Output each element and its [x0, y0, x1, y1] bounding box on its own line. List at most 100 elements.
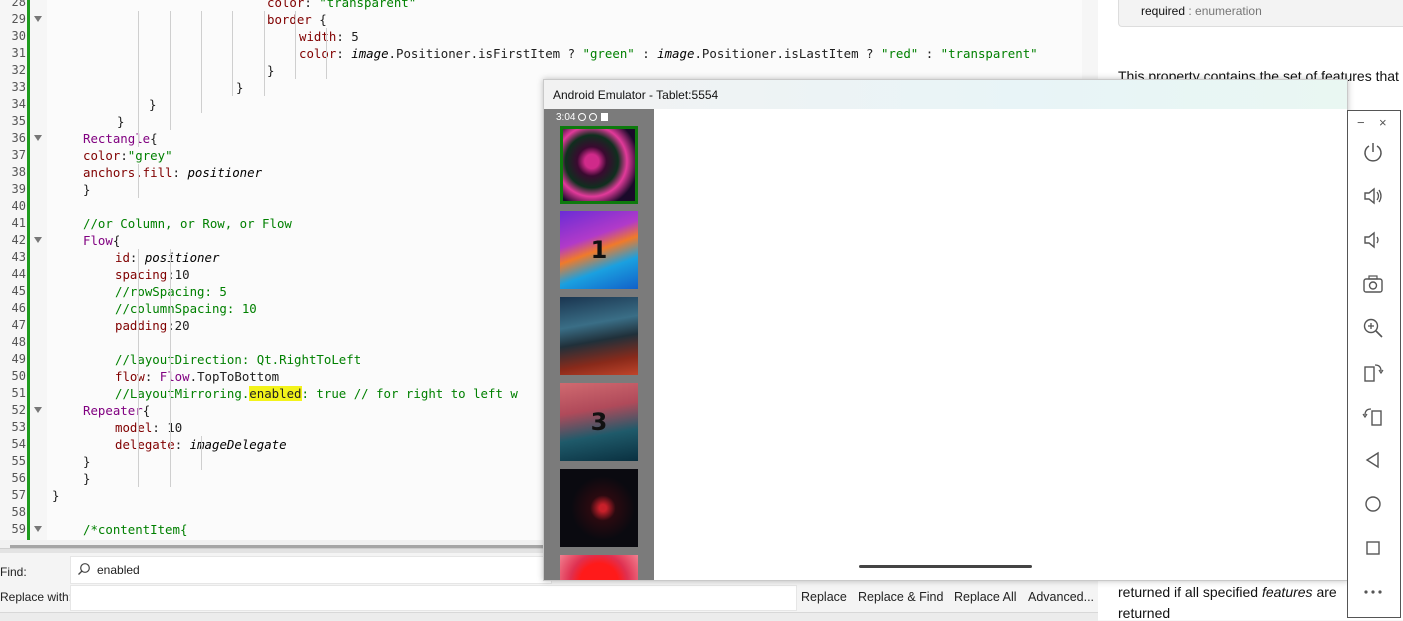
- advanced-button[interactable]: Advanced...: [1028, 590, 1094, 604]
- more-icon[interactable]: [1362, 581, 1384, 603]
- code-token: anchors.fill: [83, 165, 173, 180]
- replace-all-button[interactable]: Replace All: [954, 590, 1017, 604]
- thumbnail-number: 1: [590, 236, 608, 264]
- code-token: }: [117, 114, 125, 129]
- rotate-right-icon[interactable]: [1362, 405, 1384, 427]
- image-thumbnail[interactable]: [560, 126, 638, 204]
- code-line[interactable]: 28 color: "transparent": [0, 0, 1082, 11]
- code-line[interactable]: 29 border {: [0, 11, 1082, 28]
- line-number: 54: [11, 437, 26, 451]
- code-token: model: [115, 420, 153, 435]
- emulator-titlebar[interactable]: Android Emulator - Tablet:5554: [544, 80, 1347, 109]
- sim-status-icon: [601, 113, 609, 121]
- power-icon[interactable]: [1362, 141, 1384, 163]
- code-text: //columnSpacing: 10: [115, 300, 257, 317]
- code-text: }: [149, 96, 156, 113]
- code-text: }: [83, 181, 90, 198]
- line-number: 45: [11, 284, 26, 298]
- image-thumbnail[interactable]: [560, 297, 638, 375]
- emulator-screen[interactable]: 3:04 1 3: [544, 109, 1347, 580]
- replace-input[interactable]: [70, 585, 797, 611]
- fold-toggle-icon[interactable]: [34, 407, 42, 413]
- code-token: color: [299, 46, 337, 61]
- line-number: 30: [11, 29, 26, 43]
- code-token: :: [918, 46, 941, 61]
- code-token: padding: [115, 318, 168, 333]
- code-token: {: [142, 403, 151, 418]
- code-token: //layoutDirection: Qt.RightToLeft: [115, 352, 362, 367]
- code-token: color: [267, 0, 305, 10]
- image-thumbnail[interactable]: 1: [560, 211, 638, 289]
- code-text: }: [267, 62, 274, 79]
- code-text: //layoutDirection: Qt.RightToLeft: [115, 351, 361, 368]
- code-token: positioner: [144, 250, 220, 265]
- code-text: width: 5: [299, 28, 359, 45]
- volume-up-icon[interactable]: [1362, 185, 1384, 207]
- code-text: flow: Flow.TopToBottom: [115, 368, 279, 385]
- code-token: }: [83, 454, 91, 469]
- line-number: 34: [11, 97, 26, 111]
- line-number: 51: [11, 386, 26, 400]
- replace-button[interactable]: Replace: [801, 590, 847, 604]
- code-token: delegate: [115, 437, 175, 452]
- code-token: .Positioner.isFirstItem ?: [388, 46, 583, 61]
- code-token: :: [120, 148, 128, 163]
- overview-icon[interactable]: [1362, 537, 1384, 559]
- code-token: "grey": [127, 148, 173, 163]
- doc-text-features: features: [1261, 584, 1313, 600]
- fold-toggle-icon[interactable]: [34, 16, 42, 22]
- back-icon[interactable]: [1362, 449, 1384, 471]
- line-number: 37: [11, 148, 26, 162]
- fold-toggle-icon[interactable]: [34, 526, 42, 532]
- code-text: }: [52, 487, 59, 504]
- home-icon[interactable]: [1362, 493, 1384, 515]
- code-token: color: [83, 148, 121, 163]
- search-match-highlight: enabled: [249, 386, 302, 401]
- fold-toggle-icon[interactable]: [34, 237, 42, 243]
- code-line[interactable]: 30 width: 5: [0, 28, 1082, 45]
- volume-down-icon[interactable]: [1362, 229, 1384, 251]
- code-token: positioner: [187, 165, 263, 180]
- code-token: {: [150, 131, 158, 146]
- line-number: 59: [11, 522, 26, 536]
- code-text: Repeater{: [83, 402, 150, 419]
- camera-icon[interactable]: [1362, 273, 1384, 295]
- replace-and-find-button[interactable]: Replace & Find: [858, 590, 943, 604]
- code-token: :: [304, 0, 320, 10]
- fold-toggle-icon[interactable]: [34, 135, 42, 141]
- rotate-left-icon[interactable]: [1362, 361, 1384, 383]
- code-token: .Positioner.isLastItem ?: [694, 46, 881, 61]
- close-button[interactable]: ×: [1379, 115, 1387, 130]
- line-number: 57: [11, 488, 26, 502]
- thumbnail-number: 3: [590, 408, 608, 436]
- image-thumbnail[interactable]: [560, 469, 638, 547]
- code-text: color:"grey": [83, 147, 173, 164]
- line-number: 47: [11, 318, 26, 332]
- code-text: id: positioner: [115, 249, 219, 266]
- indent-guide: [201, 436, 202, 470]
- code-line[interactable]: 31 color: image.Positioner.isFirstItem ? …: [0, 45, 1082, 62]
- code-token: imageDelegate: [189, 437, 287, 452]
- thumbnail-number: [560, 555, 638, 580]
- indent-guide: [138, 164, 139, 198]
- gesture-home-bar[interactable]: [859, 565, 1032, 568]
- line-number: 56: [11, 471, 26, 485]
- minimize-button[interactable]: −: [1357, 115, 1365, 130]
- emulator-window[interactable]: Android Emulator - Tablet:5554 3:04 1 3: [543, 79, 1348, 581]
- line-number: 49: [11, 352, 26, 366]
- code-line[interactable]: 32}: [0, 62, 1082, 79]
- code-token: : 10: [152, 420, 183, 435]
- code-token: Flow: [159, 369, 190, 384]
- thumbnail-number: [560, 469, 638, 547]
- line-number: 31: [11, 46, 26, 60]
- image-thumbnail[interactable]: 3: [560, 383, 638, 461]
- code-token: }: [83, 182, 91, 197]
- indent-guide: [138, 11, 139, 147]
- status-time: 3:04: [556, 112, 576, 123]
- zoom-icon[interactable]: [1362, 317, 1384, 339]
- code-text: }: [83, 453, 90, 470]
- image-thumbnail[interactable]: [560, 555, 638, 580]
- find-input[interactable]: enabled: [70, 556, 552, 584]
- find-value: enabled: [97, 563, 140, 577]
- find-label: Find:: [0, 565, 27, 579]
